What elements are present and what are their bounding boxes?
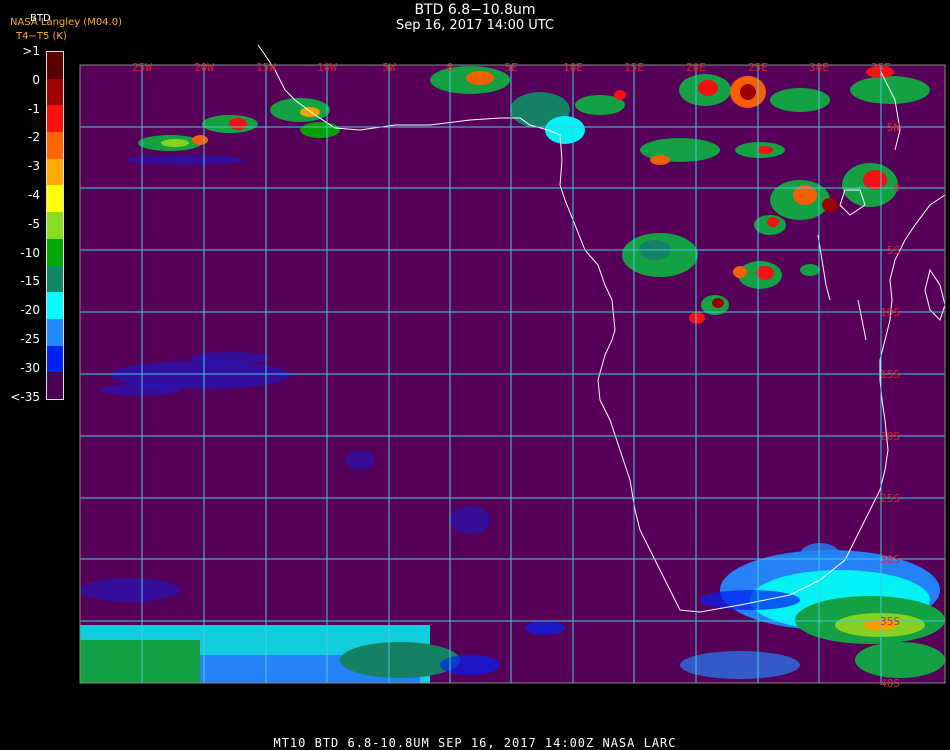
lat-label: 35S (880, 615, 900, 628)
lon-label: 20E (686, 61, 706, 74)
lat-label: 20S (880, 430, 900, 443)
lon-label: 10E (563, 61, 583, 74)
lon-label: 20W (194, 61, 214, 74)
lat-label: 5S (887, 244, 900, 257)
lon-label: 30E (809, 61, 829, 74)
lon-label: 15W (256, 61, 276, 74)
lon-label: 5W (382, 61, 396, 74)
lon-label: 25W (132, 61, 152, 74)
lat-label: 25S (880, 492, 900, 505)
lon-label: 15E (624, 61, 644, 74)
lon-label: 0 (447, 61, 454, 74)
lon-label: 10W (317, 61, 337, 74)
lon-label: 25E (748, 61, 768, 74)
footer-caption: MT10 BTD 6.8-10.8UM SEP 16, 2017 14:00Z … (273, 736, 677, 750)
lat-label: 5N (887, 121, 900, 134)
lat-label: 15S (880, 368, 900, 381)
lat-label: 10S (880, 306, 900, 319)
lon-label: 5E (504, 61, 517, 74)
lat-label: 0 (893, 182, 900, 195)
lon-label: 35E (871, 61, 891, 74)
satellite-map[interactable]: 25W 20W 15W 10W 5W 0 5E 10E 15E 20E 25E 30E 35E 5N 0 5… (0, 0, 950, 750)
lat-label: 30S (880, 553, 900, 566)
